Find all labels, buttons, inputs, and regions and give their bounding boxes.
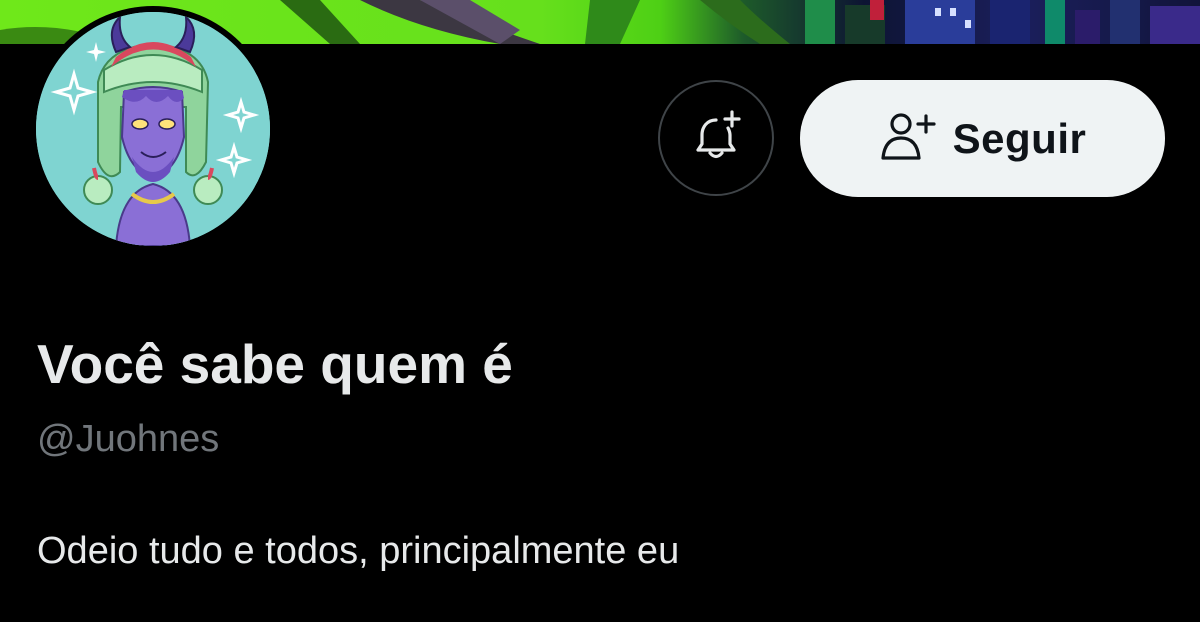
- user-plus-icon: [879, 110, 939, 167]
- bell-plus-icon: [688, 108, 744, 169]
- notifications-button[interactable]: [658, 80, 774, 196]
- avatar-ring: [30, 6, 276, 252]
- profile-bio: Odeio tudo e todos, principalmente eu: [37, 530, 680, 572]
- avatar-illustration: [36, 12, 270, 246]
- user-handle: @Juohnes: [37, 418, 220, 460]
- display-name: Você sabe quem é: [37, 333, 513, 395]
- follow-button[interactable]: Seguir: [800, 80, 1165, 197]
- follow-button-label: Seguir: [952, 114, 1087, 162]
- avatar[interactable]: [36, 12, 270, 246]
